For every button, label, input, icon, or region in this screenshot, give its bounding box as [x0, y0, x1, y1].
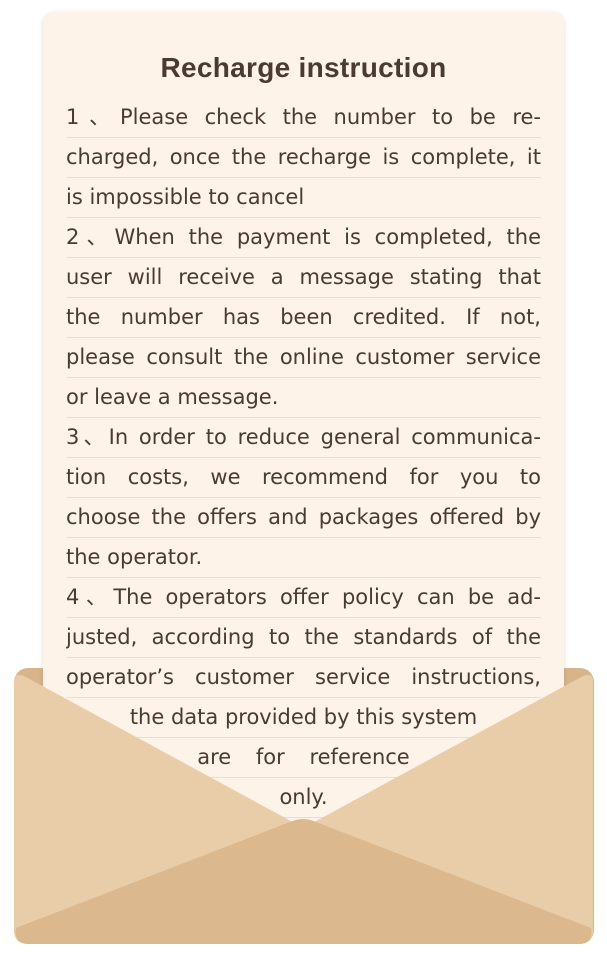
instruction-line: 3、In order to reduce general communica-: [66, 418, 541, 458]
instruction-line: 1、Please check the number to be re-: [66, 98, 541, 138]
instruction-line: 2、When the payment is completed, the: [66, 218, 541, 258]
instruction-line: 4、The operators offer policy can be ad-: [66, 578, 541, 618]
instruction-line: is impossible to cancel: [66, 178, 541, 218]
letter-title: Recharge instruction: [160, 52, 447, 83]
instruction-letter: Recharge instruction 1、Please check the …: [43, 12, 564, 872]
instruction-line: please consult the online customer servi…: [66, 338, 541, 378]
instruction-line: tion costs, we recommend for you to: [66, 458, 541, 498]
instruction-line: are for reference: [66, 738, 541, 778]
instruction-line: or leave a message.: [66, 378, 541, 418]
instruction-line: only.: [66, 778, 541, 818]
instruction-line: user will receive a message stating that: [66, 258, 541, 298]
instruction-line: operator’s customer service instructions…: [66, 658, 541, 698]
recharge-instruction-card: Recharge instruction 1、Please check the …: [0, 0, 607, 955]
instruction-line: the data provided by this system: [66, 698, 541, 738]
instruction-line: the number has been credited. If not,: [66, 298, 541, 338]
instruction-line: charged, once the recharge is complete, …: [66, 138, 541, 178]
instruction-line: the operator.: [66, 538, 541, 578]
instruction-text: 1、Please check the number to be re- char…: [66, 98, 541, 818]
instruction-line: justed, according to the standards of th…: [66, 618, 541, 658]
instruction-line: choose the offers and packages offered b…: [66, 498, 541, 538]
